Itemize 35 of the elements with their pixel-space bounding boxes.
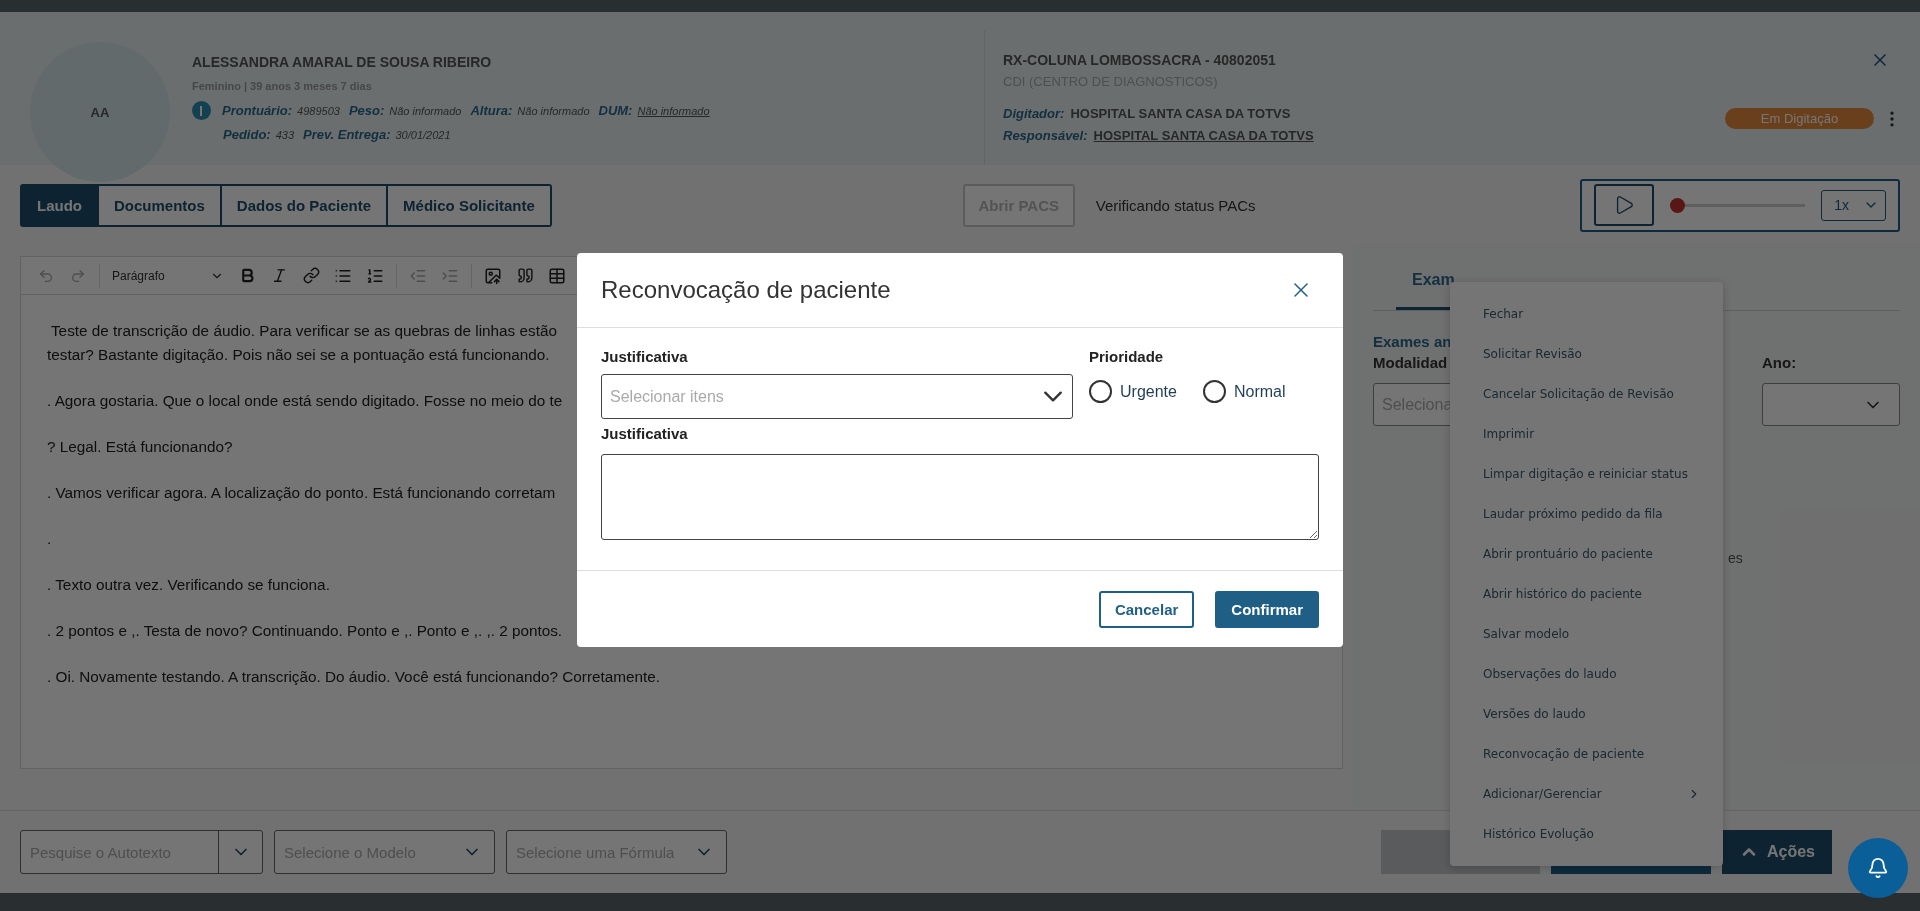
editor-paragraph: . Agora gostaria. Que o local onde está sendo digitado. Fosse no meio do te [47, 391, 563, 411]
editor-paragraph: . Oi. Novamente testando. A transcrição. Do áudio. Você está funcionando? Corretamente. [47, 667, 661, 687]
pacs-status: Verificando status PACs [1095, 196, 1256, 214]
field-label: Responsável: [1003, 127, 1088, 145]
patient-name: ALESSANDRA AMARAL DE SOUSA RIBEIRO [192, 54, 493, 70]
editor-paragraph: ? Legal. Está funcionando? [47, 437, 233, 457]
side-text: es [1728, 550, 1743, 566]
field-value: Não informado [389, 104, 462, 117]
field-label: Prontuário: [222, 103, 293, 118]
field-value: 30/01/2021 [395, 128, 451, 141]
exam-title: RX-COLUNA LOMBOSSACRA - 40802051 [1003, 52, 1277, 68]
field-label: Modalidad [1373, 354, 1448, 371]
field-value: 4989503 [297, 104, 340, 117]
field-label: Justificativa [601, 425, 689, 442]
editor-paragraph: . [47, 529, 52, 549]
editor-paragraph: Teste de transcrição de áudio. Para verificar se as quebras de linhas estão testar? Bastante digitação. Pois não sei se a pontuação está funcionando. [47, 321, 557, 365]
avatar: AA [30, 42, 170, 182]
editor-paragraph: . Texto outra vez. Verificando se funciona. [47, 575, 330, 595]
editor-paragraph: . 2 pontos e ,. Testa de novo? Continuando. Ponto e ,. Ponto e ,. ,. 2 pontos. [47, 621, 563, 641]
section-heading: Exames an [1373, 333, 1452, 350]
field-label: Prioridade [1089, 348, 1165, 365]
field-value: HOSPITAL SANTA CASA DA TOTVS [1070, 105, 1291, 123]
field-label: Justificativa [601, 348, 689, 365]
field-label: Ano: [1762, 354, 1798, 371]
field-label: Digitador: [1003, 105, 1065, 123]
field-label: Pedido: [223, 127, 271, 142]
status-badge: Em Digitação [1725, 108, 1874, 129]
dialog-title: Reconvocação de paciente [601, 276, 891, 304]
field-label: DUM: [598, 103, 633, 118]
field-label: Peso: [348, 103, 385, 118]
field-value: Não informado [517, 104, 590, 117]
field-label: Altura: [470, 103, 513, 118]
editor-paragraph: . Vamos verificar agora. A localização do ponto. Está funcionando corretam [47, 483, 556, 503]
field-label: Prev. Entrega: [303, 127, 391, 142]
field-value: 433 [275, 128, 295, 141]
